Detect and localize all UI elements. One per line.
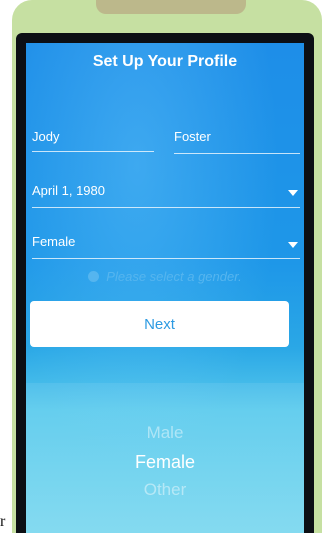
phone-top-edge	[96, 0, 246, 14]
first-name-field[interactable]: Jody	[32, 129, 59, 144]
picker-option-male[interactable]: Male	[26, 423, 304, 443]
chevron-down-icon[interactable]	[288, 190, 298, 196]
page-title: Set Up Your Profile	[92, 53, 238, 70]
phone-screen: Set Up Your Profile Jody Foster April 1,…	[16, 33, 314, 533]
last-name-field[interactable]: Foster	[174, 129, 211, 144]
gender-select[interactable]: Female	[32, 234, 75, 249]
next-button[interactable]: Next	[30, 301, 289, 347]
alert-icon	[88, 270, 100, 282]
gender-picker[interactable]: Male Female Other	[26, 383, 304, 533]
validation-text: Please select a gender.	[106, 268, 242, 284]
profile-setup-screen: Set Up Your Profile Jody Foster April 1,…	[26, 43, 304, 533]
birthdate-underline	[32, 207, 300, 208]
validation-message: Please select a gender.	[26, 267, 304, 285]
chevron-down-icon[interactable]	[288, 242, 298, 248]
first-name-underline	[32, 151, 154, 152]
gender-underline	[32, 258, 300, 259]
picker-option-other[interactable]: Other	[26, 480, 304, 500]
picker-option-female[interactable]: Female	[26, 452, 304, 473]
last-name-underline	[174, 153, 300, 154]
birthdate-select[interactable]: April 1, 1980	[32, 183, 105, 198]
